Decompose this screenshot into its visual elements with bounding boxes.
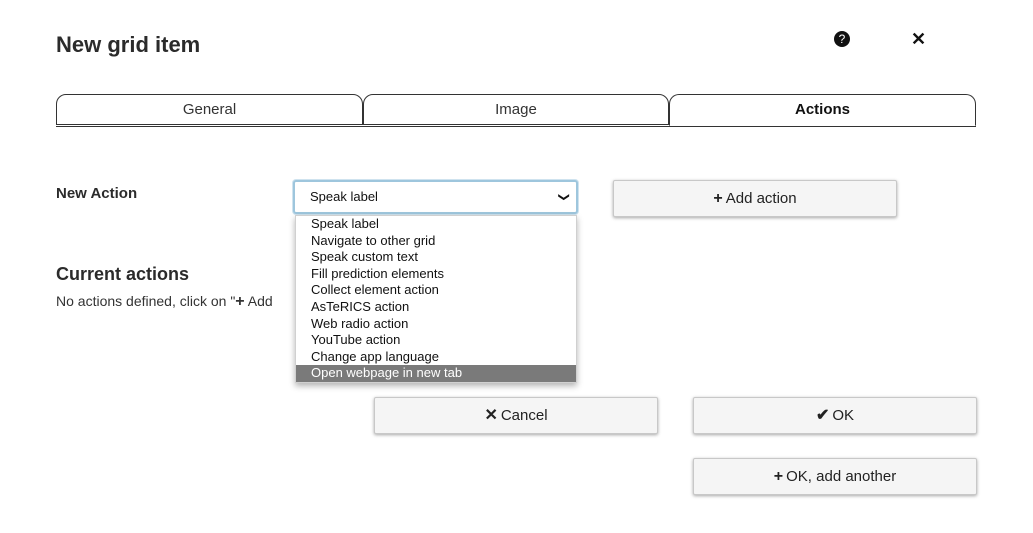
no-actions-add-text: Add xyxy=(247,293,273,309)
chevron-down-icon: ❮ xyxy=(557,192,570,202)
tab-actions[interactable]: Actions xyxy=(669,94,976,126)
ok-add-another-label: OK, add another xyxy=(786,468,897,485)
cancel-button[interactable]: ✕ Cancel xyxy=(374,397,658,434)
plus-icon: + xyxy=(773,468,784,485)
ok-button[interactable]: ✔ OK xyxy=(693,397,977,434)
help-icon[interactable]: ? xyxy=(834,31,850,47)
check-icon: ✔ xyxy=(815,407,830,424)
plus-icon: + xyxy=(235,293,245,310)
ok-add-another-button[interactable]: + OK, add another xyxy=(693,458,977,495)
add-action-label: Add action xyxy=(725,190,797,207)
option-collect-element-action[interactable]: Collect element action xyxy=(296,282,576,299)
new-action-selected-value: Speak label xyxy=(310,189,378,204)
option-web-radio-action[interactable]: Web radio action xyxy=(296,316,576,333)
tab-general[interactable]: General xyxy=(56,94,363,125)
new-action-select[interactable]: Speak label ❮ xyxy=(293,180,578,214)
option-navigate-to-other-grid[interactable]: Navigate to other grid xyxy=(296,233,576,250)
option-change-app-language[interactable]: Change app language xyxy=(296,349,576,366)
option-open-webpage-in-new-tab[interactable]: Open webpage in new tab xyxy=(296,365,576,382)
close-icon[interactable]: ✕ xyxy=(911,30,926,48)
tab-image[interactable]: Image xyxy=(363,94,669,125)
new-action-dropdown-list: Speak label Navigate to other grid Speak… xyxy=(295,215,577,383)
tab-bar: General Image Actions xyxy=(56,94,976,127)
option-fill-prediction-elements[interactable]: Fill prediction elements xyxy=(296,266,576,283)
no-actions-text: No actions defined, click on "+ Add xyxy=(56,293,273,311)
cancel-label: Cancel xyxy=(500,407,548,424)
new-action-label: New Action xyxy=(56,185,138,202)
plus-icon: + xyxy=(713,190,723,207)
add-action-button[interactable]: + Add action xyxy=(613,180,897,217)
ok-label: OK xyxy=(832,407,855,424)
option-asterics-action[interactable]: AsTeRICS action xyxy=(296,299,576,316)
option-speak-custom-text[interactable]: Speak custom text xyxy=(296,249,576,266)
no-actions-prefix: No actions defined, click on " xyxy=(56,293,236,309)
dialog-title: New grid item xyxy=(56,32,201,57)
option-speak-label[interactable]: Speak label xyxy=(296,216,576,233)
option-youtube-action[interactable]: YouTube action xyxy=(296,332,576,349)
current-actions-heading: Current actions xyxy=(56,264,190,284)
close-icon: ✕ xyxy=(484,407,498,424)
